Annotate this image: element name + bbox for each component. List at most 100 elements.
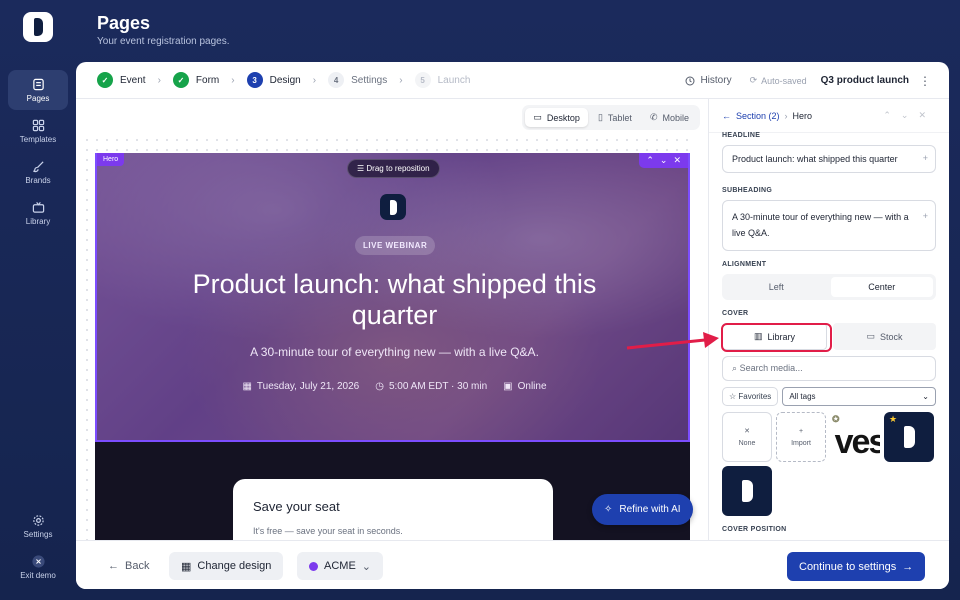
sidebar-item-label: Settings [23, 529, 53, 539]
library-tab[interactable]: ▥ Library [722, 323, 827, 350]
hero-subheading[interactable]: A 30-minute tour of everything new — wit… [97, 345, 688, 359]
step-number: 3 [246, 72, 263, 88]
hero-section[interactable]: Hero ⌃ ⌄ ✕ ☰ Drag to reposition LIVE WEB… [95, 153, 690, 442]
sidebar-item-library[interactable]: Library [8, 193, 68, 233]
media-search-field[interactable]: ⌕ Search media... [722, 356, 936, 381]
refine-label: Refine with AI [619, 504, 681, 515]
seat-text: It's free — save your seat in seconds. [253, 526, 403, 536]
brand-label: ACME [324, 560, 356, 572]
brand-select[interactable]: ACME ⌄ [297, 552, 383, 580]
step-form[interactable]: ✓ Form [172, 72, 219, 88]
device-desktop[interactable]: ▭ Desktop [525, 108, 588, 127]
editor-card: ✓ Event › ✓ Form › 3 Design › 4 Settings › 5… [76, 62, 949, 589]
calendar-icon: ▦ [242, 381, 252, 392]
sidebar-item-brands[interactable]: Brands [8, 152, 68, 192]
sidebar-item-label: Templates [19, 134, 57, 144]
webinar-lettering: ves [834, 423, 880, 461]
chevron-up-icon[interactable]: ⌃ [646, 155, 654, 166]
headline-value: Product launch: what shipped this quarte… [732, 154, 898, 164]
sidebar-item-label: Pages [26, 93, 50, 103]
device-mobile[interactable]: ✆ Mobile [642, 108, 697, 127]
media-filters: ☆ Favorites All tags ⌄ [722, 387, 936, 406]
media-tile-logo[interactable]: ★ [884, 412, 934, 462]
plus-icon[interactable]: + [923, 208, 928, 224]
event-name: Q3 product launch [820, 75, 909, 86]
close-icon[interactable]: ✕ [673, 155, 681, 166]
sparkle-icon: ✧ [604, 504, 613, 515]
device-label: Tablet [607, 112, 632, 123]
cover-label: COVER [722, 310, 749, 317]
sidebar-item-templates[interactable]: Templates [8, 111, 68, 151]
history-button[interactable]: History [685, 75, 732, 86]
hero-headline[interactable]: Product launch: what shipped this quarte… [97, 269, 688, 331]
tags-select[interactable]: All tags ⌄ [782, 387, 936, 406]
subheading-value: A 30-minute tour of everything new — wit… [732, 212, 909, 238]
media-tile-logo-2[interactable] [722, 466, 772, 516]
chevron-down-icon: ⌄ [922, 392, 929, 401]
refine-with-ai-button[interactable]: ✧ Refine with AI [592, 494, 693, 525]
device-tablet[interactable]: ▯ Tablet [590, 108, 640, 127]
page-subtitle: Your event registration pages. [97, 36, 230, 47]
sidebar-item-label: Library [25, 216, 51, 226]
device-label: Mobile [662, 112, 689, 123]
sidebar-item-exit-demo[interactable]: Exit demo [8, 547, 68, 587]
templates-icon [32, 119, 44, 131]
history-label: History [700, 75, 732, 86]
breadcrumb-section[interactable]: Section (2) [736, 111, 780, 121]
change-design-button[interactable]: ▦ Change design [169, 552, 284, 580]
chevron-right-icon: › [399, 74, 403, 86]
brush-icon [32, 160, 44, 172]
video-icon: ▣ [503, 381, 513, 392]
check-icon: ✓ [172, 72, 189, 88]
step-number: 5 [414, 72, 431, 88]
step-label: Event [120, 74, 146, 86]
more-vertical-icon[interactable]: ⋮ [919, 74, 931, 88]
close-icon: ✕ [744, 428, 750, 435]
stock-tab[interactable]: ▭ Stock [833, 323, 936, 350]
app-logo[interactable] [23, 12, 53, 42]
back-button[interactable]: ← Back [96, 552, 161, 580]
change-design-label: Change design [197, 560, 272, 572]
hero-logo [380, 194, 406, 220]
chevron-down-icon[interactable]: ⌄ [660, 155, 668, 166]
step-settings[interactable]: 4 Settings [328, 72, 387, 88]
headline-label: HEADLINE [722, 132, 761, 139]
step-launch[interactable]: 5 Launch [414, 72, 470, 88]
subheading-input[interactable]: A 30-minute tour of everything new — wit… [722, 200, 936, 251]
step-event[interactable]: ✓ Event [97, 72, 146, 88]
media-none-tile[interactable]: ✕ None [722, 412, 772, 462]
cover-position-label: COVER POSITION [722, 526, 787, 533]
headline-input[interactable]: Product launch: what shipped this quarte… [722, 145, 936, 173]
stock-label: Stock [880, 331, 903, 342]
panel-nav-icons[interactable]: ⌃⌄✕ [883, 110, 936, 121]
event-location: Online [517, 381, 547, 392]
chevron-down-icon: ⌄ [361, 560, 371, 573]
breadcrumb-current: Hero [792, 110, 813, 121]
panel-breadcrumb: ← Section (2) › Hero ⌃⌄✕ [709, 99, 949, 133]
chevron-right-icon: › [784, 110, 788, 121]
back-label: Back [125, 560, 150, 572]
library-label: Library [767, 331, 796, 342]
properties-panel: ← Section (2) › Hero ⌃⌄✕ HEADLINE Produc… [708, 99, 949, 540]
media-grid: ✕ None + Import ✪ves ★ [722, 412, 936, 516]
align-left-option[interactable]: Left [725, 277, 828, 297]
media-import-tile[interactable]: + Import [776, 412, 826, 462]
chevron-right-icon: › [312, 74, 317, 86]
sidebar-item-pages[interactable]: Pages [8, 70, 68, 110]
align-center-option[interactable]: Center [830, 277, 933, 297]
sync-icon: ⟳ [749, 75, 758, 85]
favorites-label: Favorites [738, 392, 772, 401]
arrow-left-icon[interactable]: ← [722, 111, 731, 121]
sidebar-item-settings[interactable]: Settings [8, 506, 68, 546]
sidebar-bottom: Settings Exit demo [0, 506, 76, 588]
device-switcher: ▭ Desktop ▯ Tablet ✆ Mobile [522, 105, 700, 130]
favorites-filter[interactable]: ☆ Favorites [722, 387, 779, 406]
device-label: Desktop [546, 112, 580, 123]
drag-to-reposition-button[interactable]: ☰ Drag to reposition [347, 159, 440, 178]
phone-icon: ✆ [649, 112, 658, 122]
media-tile-webinar[interactable]: ✪ves [830, 412, 880, 462]
plus-icon[interactable]: + [923, 153, 928, 163]
continue-button[interactable]: Continue to settings → [787, 552, 926, 581]
step-design[interactable]: 3 Design [246, 72, 301, 88]
check-icon: ✓ [97, 72, 113, 88]
